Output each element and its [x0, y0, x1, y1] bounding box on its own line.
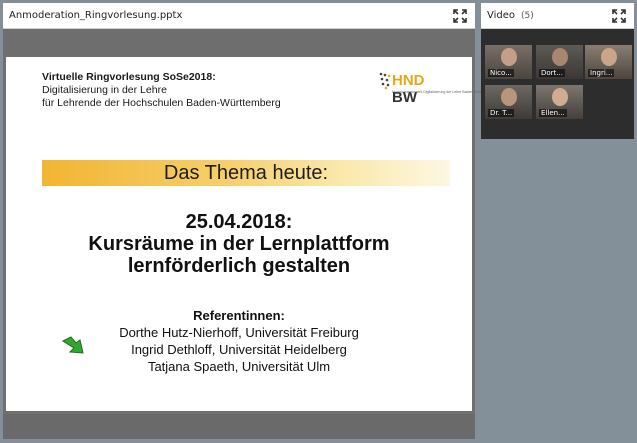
logo-subtitle: Hochschulnetzwerk Digitalisierung der Le… — [392, 90, 494, 94]
logo-text: HND BW — [392, 72, 425, 106]
title-line1: Kursräume in der Lernplattform — [88, 233, 390, 255]
slide-header-line1: Virtuelle Ringvorlesung SoSe2018: — [42, 71, 216, 83]
slide-header: Virtuelle Ringvorlesung SoSe2018: Digita… — [42, 71, 281, 110]
video-tile-name: Dr. T... — [488, 109, 515, 117]
video-pod-header: Video (5) — [481, 3, 634, 29]
video-tile[interactable]: Ingri... — [585, 45, 632, 79]
video-tile[interactable]: Dr. T... — [485, 85, 532, 119]
presentation-slide: Virtuelle Ringvorlesung SoSe2018: Digita… — [6, 57, 494, 411]
hnd-bw-logo: HND BW Hochschulnetzwerk Digitalisierung… — [378, 71, 494, 106]
video-tile[interactable]: Ellen... — [536, 85, 583, 119]
title-line2: lernförderlich gestalten — [127, 255, 351, 277]
video-pod-title: Video (5) — [487, 10, 534, 21]
logo-dots-icon — [379, 72, 391, 90]
video-tile-name: Ellen... — [539, 109, 567, 117]
slide-main-title: 25.04.2018: Kursräume in der Lernplattfo… — [6, 211, 472, 277]
theme-heading: Das Thema heute: — [163, 162, 329, 184]
video-tile-name: Dort... — [539, 69, 565, 77]
participant-count: (5) — [521, 11, 534, 21]
referents-label: Referentinnen: — [193, 308, 285, 323]
video-tile[interactable]: Dort... — [536, 45, 583, 79]
theme-bar: Das Thema heute: — [42, 160, 450, 186]
share-pod-title: Anmoderation_Ringvorlesung.pptx — [9, 10, 183, 21]
video-tile[interactable]: Nico... — [485, 45, 532, 79]
expand-icon[interactable] — [453, 8, 467, 23]
referent-item: Tatjana Spaeth, Universität Ulm — [147, 359, 331, 374]
slide-header-line2: Digitalisierung in der Lehre — [42, 84, 167, 96]
date-line: 25.04.2018: — [185, 211, 293, 233]
green-arrow-icon — [61, 336, 84, 354]
expand-icon[interactable] — [612, 8, 626, 23]
share-toolbar-strip — [3, 29, 475, 56]
share-pod-header: Anmoderation_Ringvorlesung.pptx — [3, 3, 475, 29]
video-tile-name: Nico... — [488, 69, 514, 77]
share-bottom-strip — [3, 414, 475, 439]
slide-header-line3: für Lehrende der Hochschulen Baden-Württ… — [42, 97, 281, 109]
share-pod-content: Virtuelle Ringvorlesung SoSe2018: Digita… — [3, 29, 494, 439]
video-tile-name: Ingri... — [588, 69, 615, 77]
video-pod-content: Nico... Dort... Ingri... Dr. T... Ellen.… — [481, 29, 634, 139]
